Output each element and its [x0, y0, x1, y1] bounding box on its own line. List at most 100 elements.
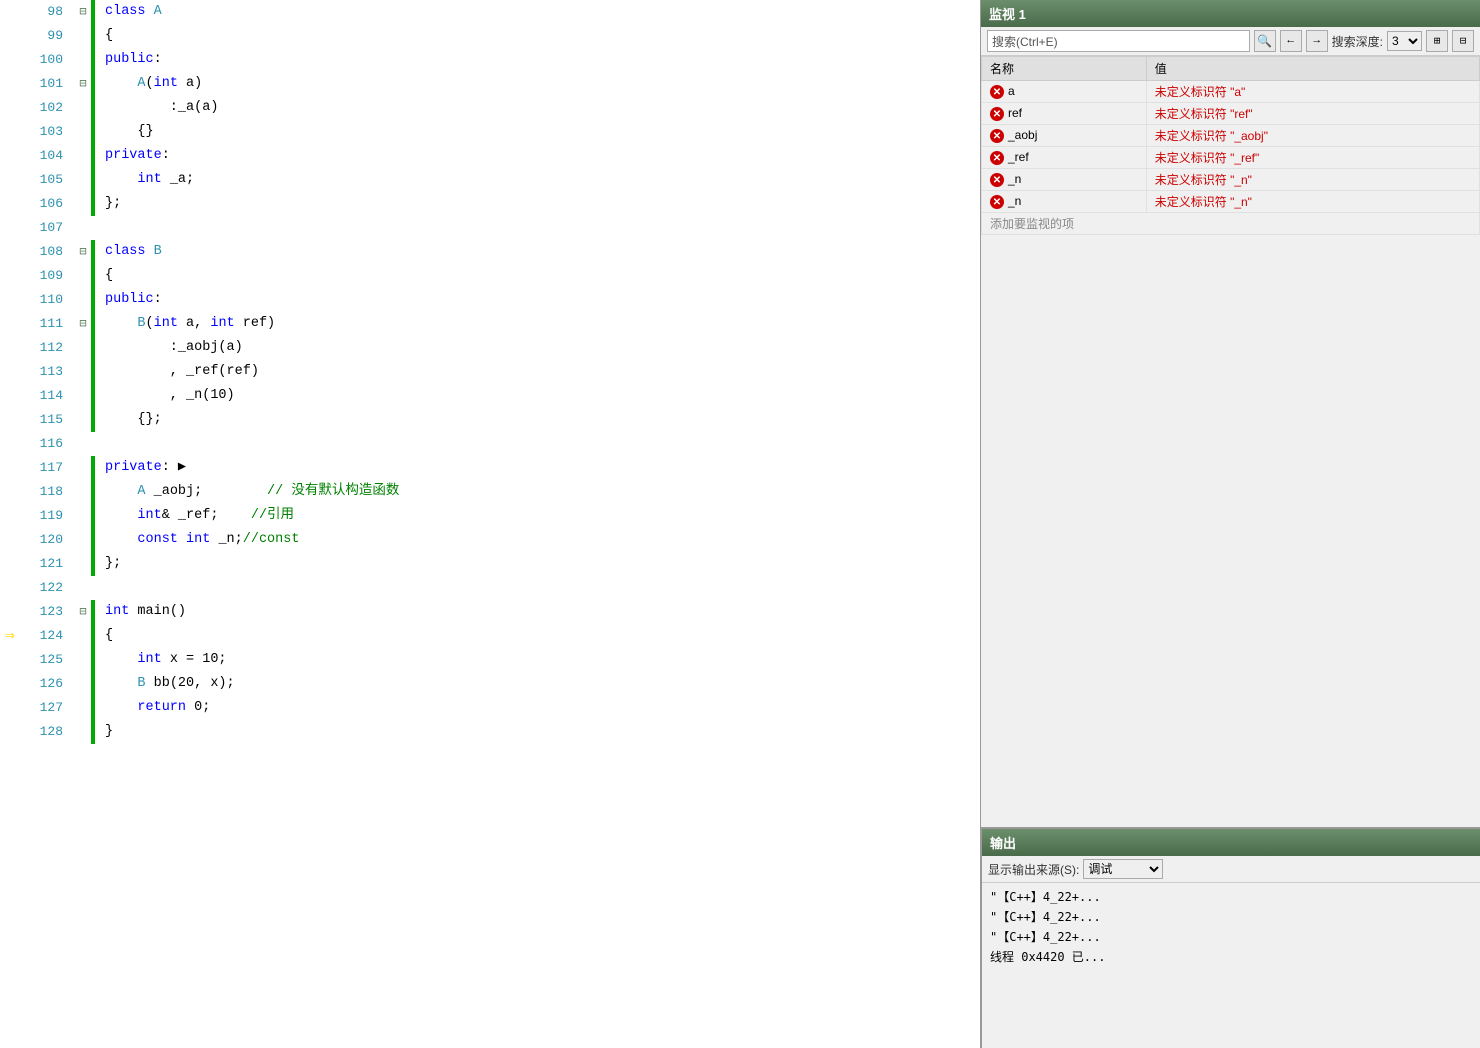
code-content: {}: [97, 120, 980, 144]
keyword: private: [105, 460, 162, 475]
code-text: {: [105, 268, 113, 283]
watch-depth-label: 搜索深度:: [1332, 33, 1383, 50]
fold-gutter[interactable]: ⊟: [75, 240, 91, 264]
watch-row[interactable]: ✕_n未定义标识符 "_n": [982, 191, 1480, 213]
keyword: int: [137, 652, 161, 667]
line-number: 99: [20, 24, 75, 48]
line-number: 115: [20, 408, 75, 432]
code-text: :: [162, 148, 170, 163]
code-text: {}: [105, 124, 154, 139]
code-text: }: [105, 724, 113, 739]
search-icon: 🔍: [1257, 34, 1272, 49]
watch-row[interactable]: ✕ref未定义标识符 "ref": [982, 103, 1480, 125]
watch-row-value: 未定义标识符 "_ref": [1146, 147, 1479, 169]
code-content: class A: [97, 0, 980, 24]
code-lines-container: 98⊟class A99{100public:101⊟ A(int a)102 …: [0, 0, 980, 1048]
fold-gutter[interactable]: ⊟: [75, 312, 91, 336]
code-text: :_a(a): [105, 100, 218, 115]
change-bar: [91, 456, 95, 480]
watch-pin-button[interactable]: ⊞: [1426, 30, 1448, 52]
change-bar: [91, 264, 95, 288]
code-line: 111⊟ B(int a, int ref): [0, 312, 980, 336]
code-text: & _ref;: [162, 508, 219, 523]
error-icon: ✕: [990, 173, 1004, 187]
keyword: int: [154, 316, 178, 331]
watch-row[interactable]: ✕_aobj未定义标识符 "_aobj": [982, 125, 1480, 147]
code-text: , _ref(ref): [105, 364, 259, 379]
code-text: [105, 172, 137, 187]
line-number: 114: [20, 384, 75, 408]
watch-search-button[interactable]: 🔍: [1254, 30, 1276, 52]
change-bar: [91, 696, 95, 720]
watch-row[interactable]: ✕_ref未定义标识符 "_ref": [982, 147, 1480, 169]
code-content: :_a(a): [97, 96, 980, 120]
class-name: B: [137, 316, 145, 331]
arrow-left-icon: ←: [1287, 35, 1294, 47]
code-content: int main(): [97, 600, 980, 624]
watch-col-name: 名称: [982, 57, 1147, 81]
line-number: 111: [20, 312, 75, 336]
watch-table: 名称 值 ✕a未定义标识符 "a"✕ref未定义标识符 "ref"✕_aobj未…: [981, 56, 1480, 235]
code-text: (: [146, 316, 154, 331]
change-bar: [91, 72, 95, 96]
watch-title-bar: 监视 1: [981, 0, 1480, 27]
class-name: A: [137, 484, 145, 499]
code-text: ref): [235, 316, 276, 331]
code-content: public:: [97, 288, 980, 312]
watch-search-box[interactable]: 搜索(Ctrl+E): [987, 30, 1250, 52]
watch-expand-button[interactable]: ⊟: [1452, 30, 1474, 52]
class-name: A: [137, 76, 145, 91]
watch-forward-button[interactable]: →: [1306, 30, 1328, 52]
watch-row-value: 未定义标识符 "_n": [1146, 191, 1479, 213]
code-text: , _n(10): [105, 388, 235, 403]
line-number: 113: [20, 360, 75, 384]
change-bar: [91, 552, 95, 576]
watch-row[interactable]: ✕a未定义标识符 "a": [982, 81, 1480, 103]
line-number: 122: [20, 576, 75, 600]
keyword: public: [105, 52, 154, 67]
code-line: ⇒124{: [0, 624, 980, 648]
change-bar: [91, 48, 95, 72]
code-content: int _a;: [97, 168, 980, 192]
code-text: (): [170, 604, 186, 619]
output-line: "【C++】4_22+...: [990, 927, 1472, 947]
line-number: 119: [20, 504, 75, 528]
keyword: class: [105, 244, 154, 259]
line-number: 105: [20, 168, 75, 192]
line-number: 98: [20, 0, 75, 24]
error-icon: ✕: [990, 85, 1004, 99]
line-number: 109: [20, 264, 75, 288]
keyword: int: [154, 76, 178, 91]
code-content: , _ref(ref): [97, 360, 980, 384]
keyword: int: [186, 532, 210, 547]
code-content: , _n(10): [97, 384, 980, 408]
fold-gutter[interactable]: ⊟: [75, 72, 91, 96]
change-bar: [91, 480, 95, 504]
watch-back-button[interactable]: ←: [1280, 30, 1302, 52]
comment: // 没有默认构造函数: [202, 484, 399, 499]
code-text: a,: [178, 316, 210, 331]
output-panel: 输出 显示输出来源(S): 调试 "【C++】4_22+..."【C++】4_2…: [981, 828, 1480, 1048]
code-text: :_aobj(a): [105, 340, 243, 355]
change-bar: [91, 120, 95, 144]
output-source-label: 显示输出来源(S):: [988, 861, 1079, 878]
watch-row[interactable]: ✕_n未定义标识符 "_n": [982, 169, 1480, 191]
watch-row-name: ✕ref: [982, 103, 1147, 125]
output-source-select[interactable]: 调试: [1083, 859, 1163, 879]
line-number: 118: [20, 480, 75, 504]
code-content: return 0;: [97, 696, 980, 720]
code-content: private: ▶: [97, 456, 980, 480]
code-content: int& _ref; //引用: [97, 504, 980, 528]
expand-icon: ⊟: [1460, 34, 1467, 48]
fold-gutter[interactable]: ⊟: [75, 0, 91, 24]
code-line: 101⊟ A(int a): [0, 72, 980, 96]
code-text: :: [154, 52, 162, 67]
arrow-icon: ⇒: [5, 624, 15, 648]
code-text: [105, 508, 137, 523]
watch-depth-select[interactable]: 3: [1387, 31, 1422, 51]
arrow-indicator: ⇒: [0, 624, 20, 648]
line-number: 127: [20, 696, 75, 720]
keyword: private: [105, 148, 162, 163]
fold-gutter[interactable]: ⊟: [75, 600, 91, 624]
watch-add-row[interactable]: 添加要监视的项: [982, 213, 1480, 235]
